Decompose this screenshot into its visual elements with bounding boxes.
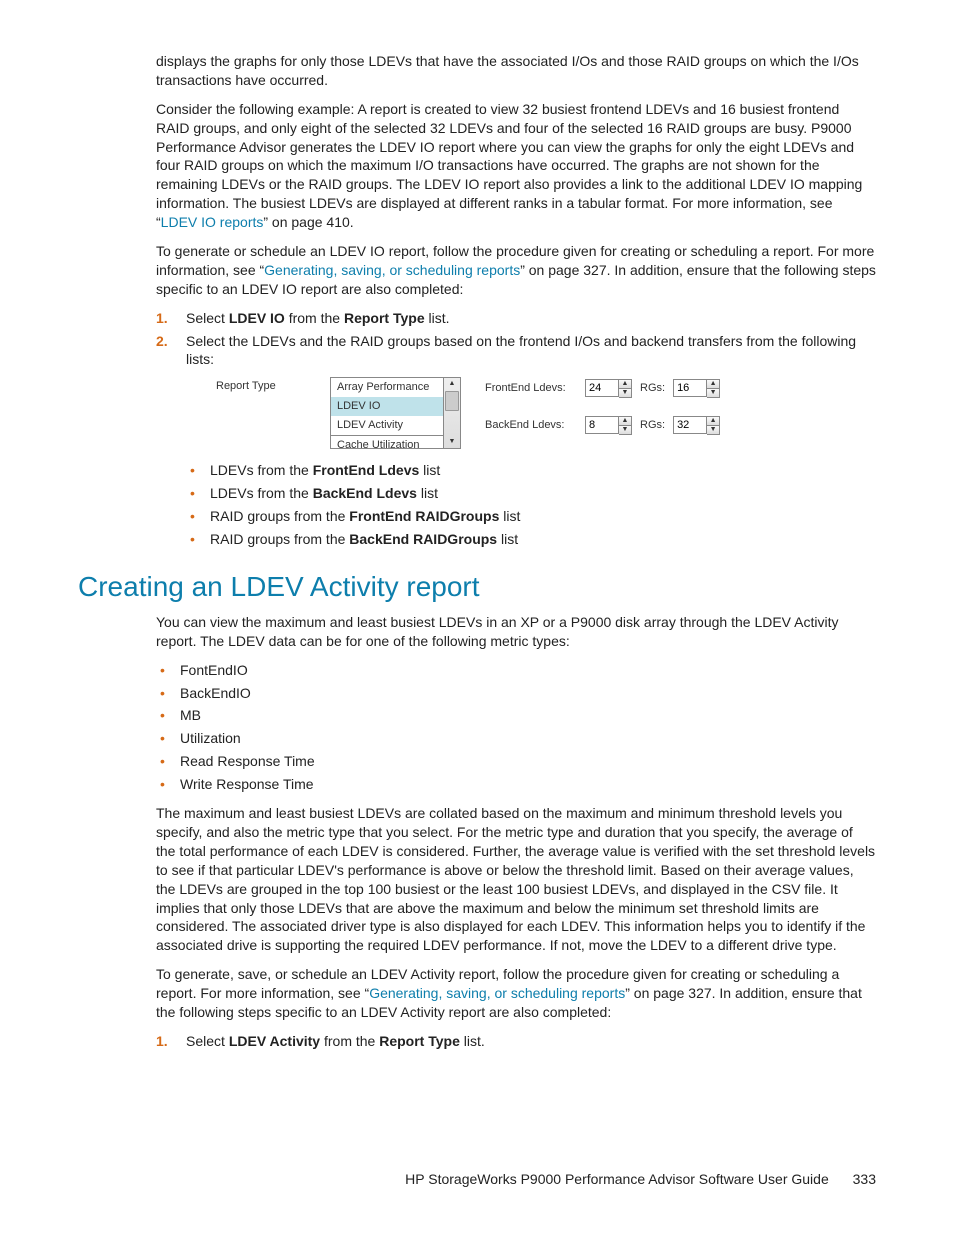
paragraph: displays the graphs for only those LDEVs…	[156, 52, 876, 90]
text: LDEVs from the	[210, 462, 313, 478]
text: list	[417, 485, 438, 501]
backend-rgs-input[interactable]	[673, 416, 707, 434]
list-item: LDEVs from the FrontEnd Ldevs list	[186, 461, 876, 480]
bold: LDEV IO	[229, 310, 285, 326]
step-1: 1. Select LDEV Activity from the Report …	[156, 1032, 876, 1051]
spinner-down-icon[interactable]: ▼	[619, 425, 631, 434]
frontend-rgs-spinner[interactable]: ▲▼	[673, 379, 720, 398]
text: Select	[186, 310, 229, 326]
list-item: RAID groups from the FrontEnd RAIDGroups…	[186, 507, 876, 526]
text: from the	[285, 310, 344, 326]
scroll-thumb[interactable]	[445, 391, 459, 411]
step-number: 2.	[156, 332, 168, 351]
text: list	[419, 462, 440, 478]
listbox-option[interactable]: LDEV Activity	[331, 416, 443, 435]
step-number: 1.	[156, 309, 168, 328]
list-item: Write Response Time	[156, 775, 876, 794]
text: RAID groups from the	[210, 531, 349, 547]
bold: Report Type	[379, 1033, 460, 1049]
spinner-up-icon[interactable]: ▲	[619, 417, 631, 425]
report-type-label: Report Type	[216, 377, 306, 394]
rgs-label: RGs:	[640, 418, 665, 433]
spinner-down-icon[interactable]: ▼	[707, 425, 719, 434]
list-item: MB	[156, 706, 876, 725]
frontend-ldevs-spinner[interactable]: ▲▼	[585, 379, 632, 398]
section-heading: Creating an LDEV Activity report	[78, 571, 876, 603]
scrollbar[interactable]: ▲ ▼	[444, 377, 461, 449]
spinner-up-icon[interactable]: ▲	[707, 417, 719, 425]
paragraph: Consider the following example: A report…	[156, 100, 876, 232]
step-2: 2. Select the LDEVs and the RAID groups …	[156, 332, 876, 549]
text: list	[499, 508, 520, 524]
link-ldev-io-reports[interactable]: LDEV IO reports	[161, 214, 264, 230]
text: Select the LDEVs and the RAID groups bas…	[186, 333, 856, 368]
list-item: RAID groups from the BackEnd RAIDGroups …	[186, 530, 876, 549]
bold: FrontEnd Ldevs	[313, 462, 420, 478]
link-generating-reports[interactable]: Generating, saving, or scheduling report…	[264, 262, 520, 278]
bold: BackEnd RAIDGroups	[349, 531, 497, 547]
page-footer: HP StorageWorks P9000 Performance Adviso…	[405, 1171, 876, 1187]
text: Select	[186, 1033, 229, 1049]
list-item: BackEndIO	[156, 684, 876, 703]
scroll-up-icon[interactable]: ▲	[444, 378, 460, 390]
list-item: Read Response Time	[156, 752, 876, 771]
frontend-ldevs-label: FrontEnd Ldevs:	[485, 381, 577, 396]
text: LDEVs from the	[210, 485, 313, 501]
text: ” on page 410.	[263, 214, 353, 230]
report-type-listbox[interactable]: Array Performance LDEV IO LDEV Activity …	[330, 377, 461, 449]
paragraph: The maximum and least busiest LDEVs are …	[156, 804, 876, 955]
list-item: Utilization	[156, 729, 876, 748]
embedded-ui-screenshot: Report Type Array Performance LDEV IO LD…	[216, 377, 876, 449]
listbox-option[interactable]: Cache Utilization	[331, 435, 443, 449]
list-item: LDEVs from the BackEnd Ldevs list	[186, 484, 876, 503]
text: list	[497, 531, 518, 547]
text: from the	[320, 1033, 379, 1049]
footer-title: HP StorageWorks P9000 Performance Adviso…	[405, 1171, 829, 1187]
step-1: 1. Select LDEV IO from the Report Type l…	[156, 309, 876, 328]
backend-ldevs-input[interactable]	[585, 416, 619, 434]
listbox-option[interactable]: Array Performance	[331, 378, 443, 397]
paragraph: To generate, save, or schedule an LDEV A…	[156, 965, 876, 1022]
frontend-rgs-input[interactable]	[673, 379, 707, 397]
frontend-ldevs-input[interactable]	[585, 379, 619, 397]
bold: Report Type	[344, 310, 425, 326]
page-number: 333	[853, 1171, 876, 1187]
spinner-up-icon[interactable]: ▲	[707, 380, 719, 388]
list-item: FontEndIO	[156, 661, 876, 680]
listbox-option-selected[interactable]: LDEV IO	[331, 397, 443, 416]
bold: FrontEnd RAIDGroups	[349, 508, 499, 524]
spinner-up-icon[interactable]: ▲	[619, 380, 631, 388]
text: list.	[425, 310, 450, 326]
backend-ldevs-label: BackEnd Ldevs:	[485, 418, 577, 433]
step-number: 1.	[156, 1032, 168, 1051]
spinner-down-icon[interactable]: ▼	[619, 388, 631, 397]
link-generating-reports[interactable]: Generating, saving, or scheduling report…	[369, 985, 625, 1001]
paragraph: To generate or schedule an LDEV IO repor…	[156, 242, 876, 299]
rgs-label: RGs:	[640, 381, 665, 396]
paragraph: You can view the maximum and least busie…	[156, 613, 876, 651]
spinner-down-icon[interactable]: ▼	[707, 388, 719, 397]
backend-rgs-spinner[interactable]: ▲▼	[673, 416, 720, 435]
bold: LDEV Activity	[229, 1033, 320, 1049]
scroll-down-icon[interactable]: ▼	[444, 436, 460, 448]
text: Consider the following example: A report…	[156, 101, 862, 230]
text: list.	[460, 1033, 485, 1049]
text: RAID groups from the	[210, 508, 349, 524]
bold: BackEnd Ldevs	[313, 485, 417, 501]
backend-ldevs-spinner[interactable]: ▲▼	[585, 416, 632, 435]
